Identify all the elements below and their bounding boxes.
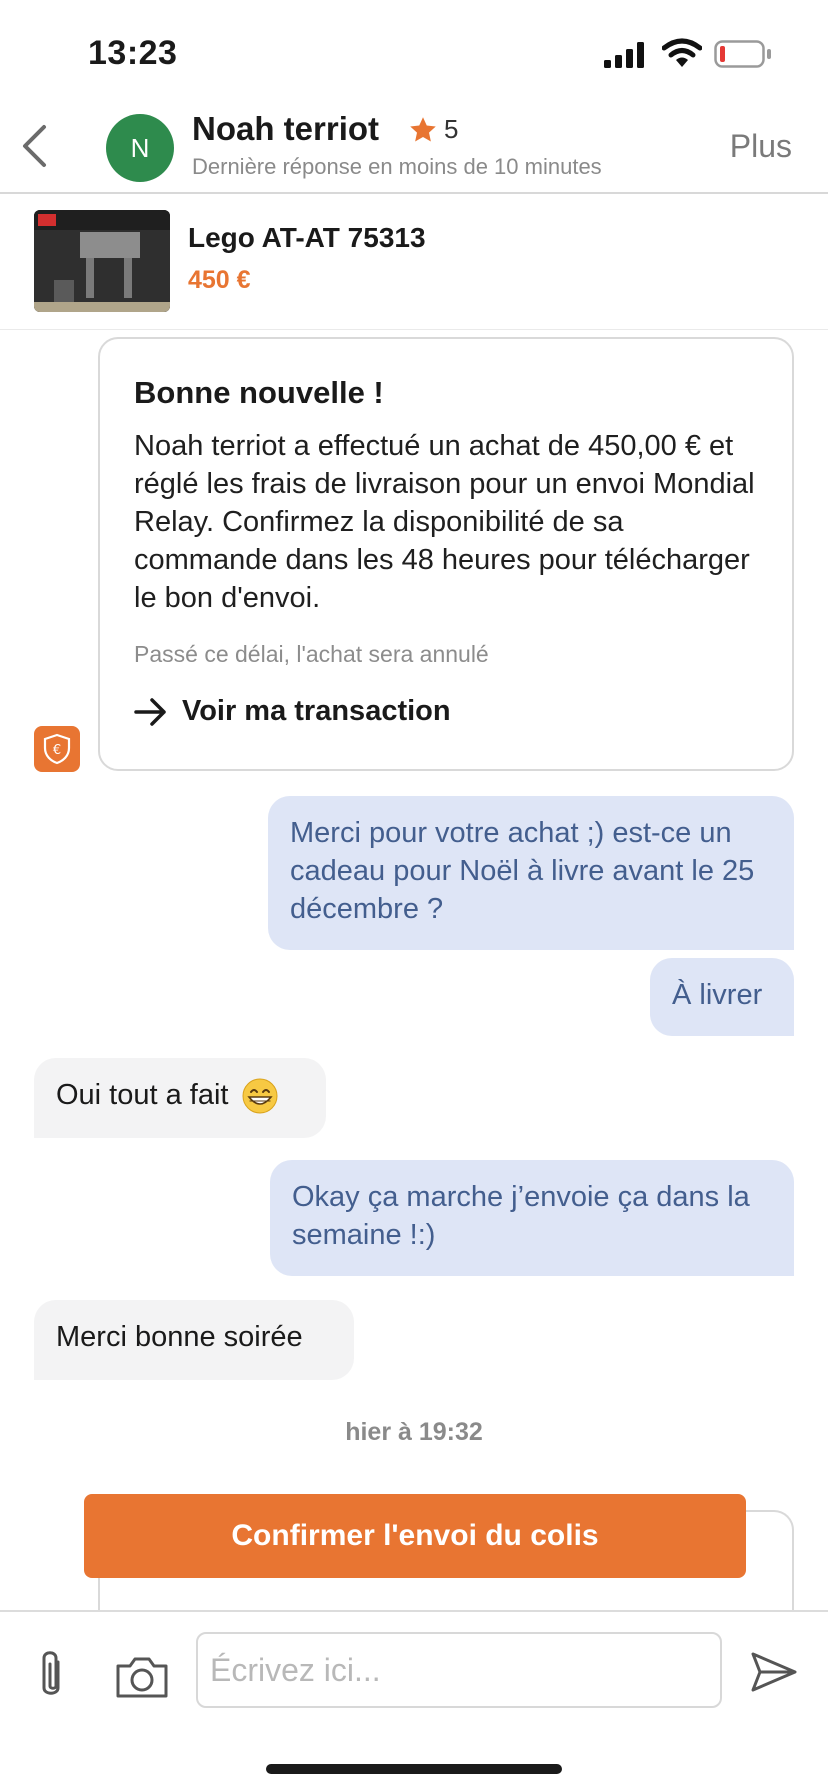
send-icon[interactable] (750, 1650, 798, 1694)
response-time: Dernière réponse en moins de 10 minutes (192, 154, 602, 179)
wifi-icon (662, 38, 702, 67)
message-composer (0, 1610, 828, 1792)
grinning-face-icon (242, 1078, 278, 1114)
product-image (34, 210, 170, 312)
message-bubble-outgoing[interactable]: Merci pour votre achat ;) est-ce un cade… (268, 796, 794, 950)
product-price: 450 € (188, 266, 251, 294)
transaction-card: Bonne nouvelle ! Noah terriot a effectué… (98, 337, 794, 771)
product-summary[interactable]: Lego AT-AT 75313 450 € (0, 196, 828, 330)
message-bubble-outgoing[interactable]: Okay ça marche j’envoie ça dans la semai… (270, 1160, 794, 1276)
euro-shield-icon: € (34, 726, 80, 772)
contact-name[interactable]: Noah terriot (192, 110, 379, 148)
paperclip-icon[interactable] (34, 1648, 68, 1704)
contact-rating: 5 (408, 114, 458, 145)
status-time: 13:23 (88, 34, 178, 72)
message-input[interactable] (196, 1632, 722, 1708)
message-bubble-incoming[interactable]: Oui tout a fait (34, 1058, 326, 1138)
chevron-left-icon (23, 125, 46, 167)
message-bubble-incoming[interactable]: Merci bonne soirée (34, 1300, 354, 1380)
message-timestamp: hier à 19:32 (345, 1418, 483, 1446)
battery-low-icon (714, 40, 771, 68)
camera-icon[interactable] (114, 1654, 170, 1700)
view-transaction-label: Voir ma transaction (182, 695, 451, 727)
confirm-shipment-button[interactable]: Confirmer l'envoi du colis (84, 1494, 746, 1578)
rating-value: 5 (444, 114, 459, 144)
lego-box-image (34, 210, 170, 312)
product-title: Lego AT-AT 75313 (188, 222, 426, 253)
card-title: Bonne nouvelle ! (134, 375, 384, 410)
card-note: Passé ce délai, l'achat sera annulé (134, 641, 489, 667)
conversation-header: N Noah terriot 5 Dernière réponse en moi… (0, 100, 828, 194)
signal-icon (604, 42, 644, 68)
message-bubble-outgoing[interactable]: À livrer (650, 958, 794, 1036)
home-indicator (266, 1764, 562, 1774)
svg-text:€: € (53, 743, 61, 758)
status-bar: 13:23 (0, 0, 828, 100)
avatar[interactable]: N (106, 114, 174, 182)
arrow-right-icon (134, 697, 166, 726)
back-button[interactable] (14, 120, 54, 172)
more-button[interactable]: Plus (730, 128, 792, 165)
card-body: Noah terriot a effectué un achat de 450,… (134, 430, 755, 614)
view-transaction-link[interactable]: Voir ma transaction (134, 695, 451, 728)
star-icon (410, 116, 436, 141)
message-text: Oui tout a fait (56, 1079, 229, 1111)
